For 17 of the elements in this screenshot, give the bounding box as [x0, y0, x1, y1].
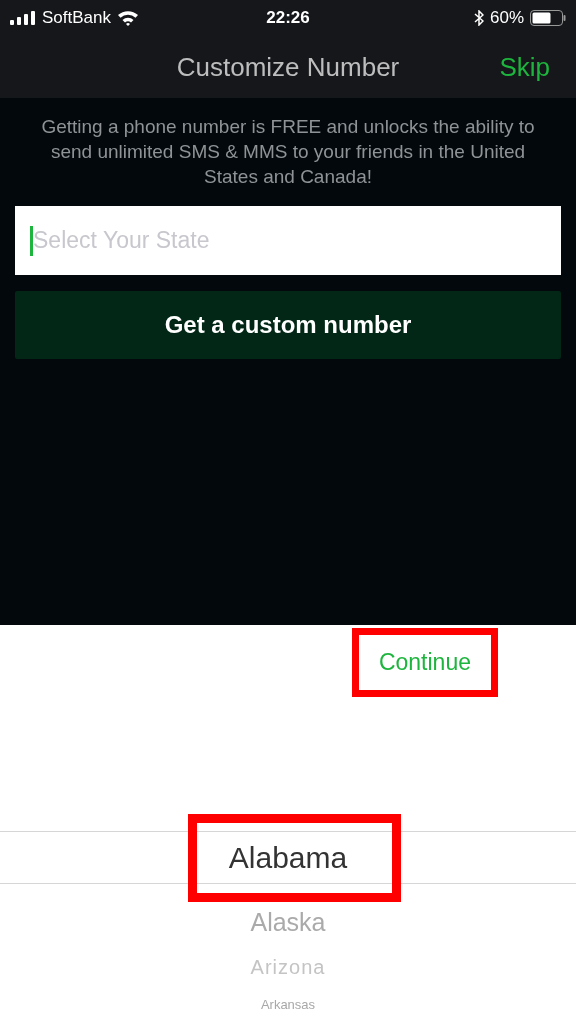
get-number-button[interactable]: Get a custom number [15, 291, 561, 359]
signal-icon [10, 11, 36, 25]
picker-option[interactable]: Arkansas [260, 996, 316, 1012]
picker-option[interactable]: Alaska [250, 908, 326, 936]
carrier-name: SoftBank [42, 7, 111, 30]
wifi-icon [117, 10, 139, 26]
clock-time: 22:26 [266, 7, 310, 30]
picker-option[interactable]: Alabama [228, 841, 348, 874]
state-input-field[interactable]: Select Your State [15, 206, 561, 275]
bluetooth-icon [473, 10, 484, 26]
skip-button[interactable]: Skip [499, 47, 550, 87]
intro-text: Getting a phone number is FREE and unlocks the ability to send unlimited SMS & MMS to your friends in the United States and Canada! [40, 115, 536, 189]
continue-button[interactable]: Continue [378, 645, 471, 680]
screen-title: Customize Number [176, 50, 400, 84]
picker-option[interactable]: Arizona [250, 955, 326, 978]
battery-icon [530, 10, 566, 26]
battery-percent: 60% [489, 7, 524, 30]
